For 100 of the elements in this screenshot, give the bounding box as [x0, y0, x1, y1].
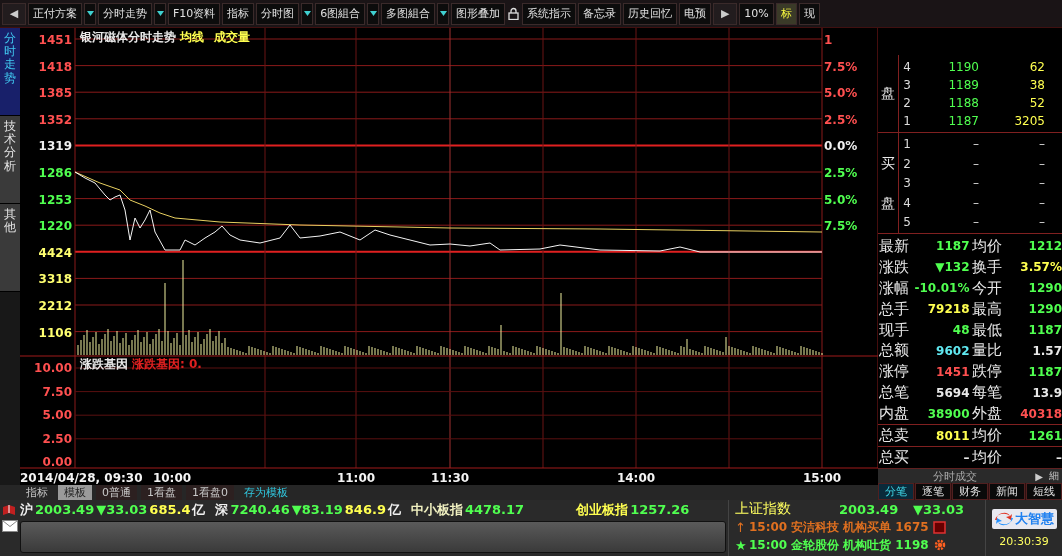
- stat-label: 外盘: [970, 404, 1003, 424]
- order-price: –: [972, 215, 979, 229]
- news-stock[interactable]: 安洁科技: [791, 518, 840, 536]
- toolbar-button[interactable]: 指标: [222, 2, 255, 25]
- time-axis-label: 11:30: [430, 471, 470, 485]
- ticker-text: 2003.49: [35, 502, 95, 517]
- order-price: –: [972, 176, 979, 190]
- order-volume: –: [1038, 215, 1045, 229]
- clock-time: 20:30:39: [999, 534, 1049, 548]
- expand-button[interactable]: ▶: [1032, 470, 1046, 482]
- caret-icon: [156, 10, 164, 17]
- volume-axis-label: 4424: [38, 245, 72, 260]
- news-mark: ★: [735, 537, 745, 553]
- toolbar-button[interactable]: 10%: [739, 2, 774, 25]
- stat-label: 涨跌: [878, 257, 910, 277]
- indicator-axis-label: 0.00: [42, 455, 72, 470]
- panel-tab[interactable]: 短线: [1026, 483, 1062, 500]
- toolbar-button[interactable]: 历史回忆: [623, 2, 678, 25]
- news-time: 15:00: [749, 538, 788, 552]
- order-level: 3: [902, 77, 912, 92]
- price-axis-label: 1319: [38, 139, 72, 154]
- stat-value: 1.57: [1031, 344, 1062, 358]
- stat-value: 8011: [935, 428, 970, 443]
- app-logo: 大智慧: [991, 508, 1057, 529]
- chart-title: 银河磁体分时走势: [80, 30, 176, 44]
- mail-icon[interactable]: [2, 520, 18, 532]
- tab-label[interactable]: 指标: [20, 485, 54, 500]
- dropdown-button[interactable]: [437, 2, 450, 25]
- save-template-link[interactable]: 存为模板: [238, 485, 294, 500]
- order-level: 2: [902, 95, 912, 110]
- toolbar-button[interactable]: 系统指示: [522, 2, 577, 25]
- side-tab[interactable]: 分时走势: [0, 28, 20, 116]
- news-stock[interactable]: 金轮股份: [791, 536, 840, 554]
- toolbar-button[interactable]: 电预: [679, 2, 712, 25]
- toolbar-button[interactable]: 正付方案: [28, 2, 82, 25]
- panel-tab[interactable]: 逐笔: [915, 483, 951, 500]
- stat-value: 13.9: [1031, 385, 1062, 400]
- side-tab[interactable]: 技术分析: [0, 116, 20, 204]
- order-side-label: 盘: [880, 84, 896, 103]
- dropdown-button[interactable]: [367, 2, 380, 25]
- toolbar-button[interactable]: 多图組合: [381, 2, 436, 25]
- toolbar-button[interactable]: 6图組合: [315, 2, 366, 25]
- arrow-button[interactable]: ◀: [2, 2, 26, 25]
- panel-tab[interactable]: 分笔: [878, 483, 914, 500]
- message-bar[interactable]: [20, 521, 726, 553]
- toolbar-button[interactable]: 分时图: [256, 2, 300, 25]
- order-side-label: 买盘: [881, 154, 895, 213]
- toolbar-button[interactable]: 备忘录: [578, 2, 622, 25]
- percent-axis-label: 7.5%: [824, 59, 858, 74]
- toolbar-button[interactable]: 现: [798, 2, 820, 25]
- indicator-title: 涨跌基因: 0.: [132, 357, 202, 371]
- template-tab[interactable]: 0普通: [96, 485, 137, 500]
- price-axis-label: 1220: [38, 219, 72, 234]
- dropdown-button[interactable]: [301, 2, 314, 25]
- stat-label: 均价: [970, 448, 1003, 467]
- news-mark: ↑: [735, 519, 745, 535]
- order-level: 4: [902, 59, 912, 74]
- time-axis-label: 11:00: [336, 471, 376, 485]
- order-price: –: [972, 137, 979, 151]
- stat-value: –: [962, 450, 970, 465]
- stat-label: 换手: [970, 257, 1003, 277]
- detail-button[interactable]: 細: [1046, 469, 1062, 483]
- price-axis-label: 1286: [38, 166, 72, 180]
- caret-icon: [439, 10, 447, 17]
- dropdown-button[interactable]: [154, 2, 166, 25]
- toolbar-button[interactable]: 图形叠加: [451, 2, 506, 25]
- stop-icon[interactable]: [933, 520, 947, 534]
- stat-value: 5694: [935, 385, 970, 400]
- order-volume: –: [1038, 176, 1045, 190]
- toolbar-button[interactable]: 分时走势: [98, 2, 152, 25]
- order-volume: 3205: [1013, 113, 1045, 128]
- panel-tab[interactable]: 新闻: [989, 483, 1025, 500]
- panel-tab[interactable]: 财务: [952, 483, 988, 500]
- dropdown-button[interactable]: [84, 2, 96, 25]
- order-price: –: [972, 195, 979, 210]
- side-tab[interactable]: 其他: [0, 204, 20, 292]
- ticker-text: 深: [215, 500, 229, 519]
- stat-label: 总笔: [878, 383, 910, 403]
- price-axis-label: 1385: [38, 86, 72, 101]
- ticker-text: ▼33.03: [96, 502, 148, 517]
- percent-axis-label: 0.0%: [824, 139, 858, 154]
- indicator-axis-label: 7.50: [42, 384, 72, 399]
- toolbar-button[interactable]: 标: [775, 2, 797, 25]
- template-tab[interactable]: 1看盘0: [186, 485, 234, 500]
- toolbar-button[interactable]: F10资料: [168, 2, 221, 25]
- gear-icon[interactable]: [933, 538, 948, 552]
- stat-value: -10.01%: [914, 281, 970, 296]
- template-tab[interactable]: 1看盘: [141, 485, 182, 500]
- ticker-text: 中小板指: [410, 500, 463, 519]
- stat-label: 均价: [970, 236, 1003, 256]
- order-level: 2: [902, 156, 912, 171]
- stat-value: 1451: [935, 364, 970, 379]
- arrow-button[interactable]: ▶: [713, 2, 738, 25]
- ticker-text: 1257.26: [630, 502, 690, 517]
- book-icon[interactable]: [2, 503, 16, 516]
- order-volume: –: [1038, 137, 1045, 151]
- order-volume: –: [1038, 195, 1045, 210]
- template-tab[interactable]: 模板: [58, 485, 92, 500]
- ticker-text: 亿: [192, 500, 206, 519]
- swirl-icon: [994, 510, 1013, 527]
